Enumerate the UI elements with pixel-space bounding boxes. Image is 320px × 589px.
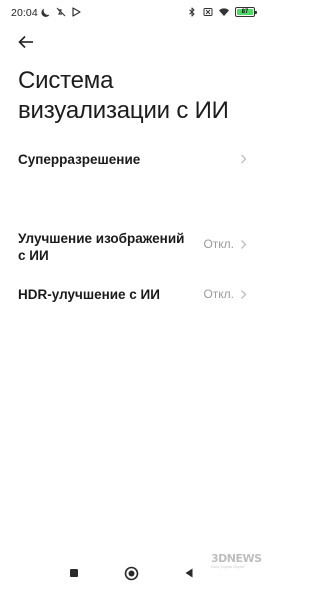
watermark-brand: 3DNEWS xyxy=(211,552,262,565)
battery-level: 87 xyxy=(241,9,249,15)
setting-value: Откл. xyxy=(203,287,234,301)
setting-ai-hdr-enhancement[interactable]: HDR-улучшение с ИИ Откл. xyxy=(0,236,265,302)
setting-right: Откл. xyxy=(203,287,247,301)
chevron-right-icon xyxy=(241,289,247,299)
recent-apps-icon xyxy=(70,569,78,577)
back-arrow-icon xyxy=(18,35,33,49)
watermark-tagline: Daily Digital Digest xyxy=(211,565,245,569)
wifi-icon xyxy=(218,6,230,18)
status-left-icons xyxy=(40,6,82,18)
status-time: 20:04 xyxy=(11,7,38,19)
settings-list: Суперразрешение Улучшение изображений с … xyxy=(0,140,265,302)
setting-label: HDR-улучшение с ИИ xyxy=(18,287,160,302)
page-title: Система визуализации с ИИ xyxy=(18,67,229,124)
back-button[interactable] xyxy=(14,32,38,52)
chevron-right-icon xyxy=(241,154,247,164)
bluetooth-icon xyxy=(186,6,198,18)
back-triangle-icon xyxy=(185,568,193,578)
home-button[interactable] xyxy=(124,566,139,581)
setting-label: Суперразрешение xyxy=(18,152,141,167)
setting-super-resolution[interactable]: Суперразрешение xyxy=(0,140,265,178)
play-store-icon xyxy=(70,6,82,18)
watermark-logo: 3DNEWS Daily Digital Digest xyxy=(211,552,262,582)
moon-icon xyxy=(40,6,52,18)
setting-ai-image-enhancement[interactable]: Улучшение изображений с ИИ Откл. xyxy=(0,178,265,263)
home-icon xyxy=(124,566,139,581)
setting-right xyxy=(234,154,247,165)
nav-back-button[interactable] xyxy=(183,567,195,579)
battery-icon: 87 xyxy=(235,7,257,17)
status-right-icons: 87 xyxy=(186,6,257,18)
sim-off-icon xyxy=(202,6,214,18)
recent-apps-button[interactable] xyxy=(68,567,80,579)
muted-notification-icon xyxy=(55,6,67,18)
status-bar: 20:04 87 xyxy=(0,0,265,26)
